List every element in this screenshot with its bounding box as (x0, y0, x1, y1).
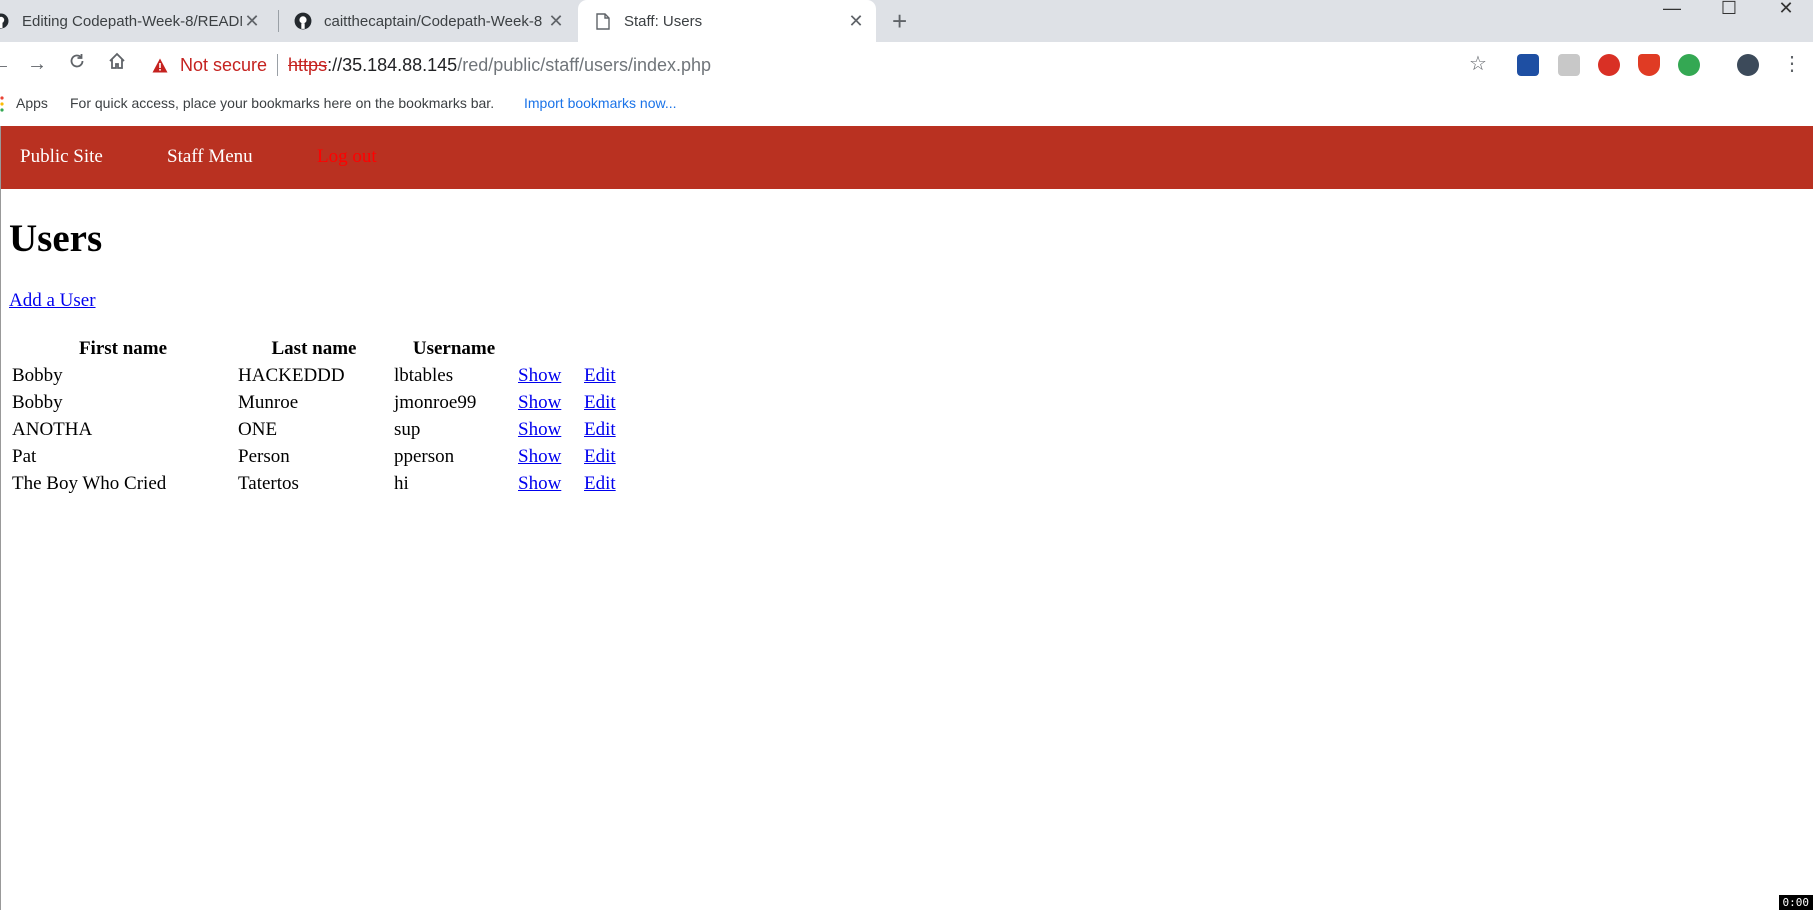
edit-link[interactable]: Edit (584, 365, 616, 386)
github-icon (294, 12, 312, 30)
back-button[interactable]: ← (0, 52, 14, 76)
forward-button[interactable]: → (24, 52, 50, 76)
site-nav: Public Site Staff Menu Log out (0, 126, 1813, 189)
nav-staff-menu[interactable]: Staff Menu (167, 146, 253, 168)
header-first-name: First name (78, 337, 168, 359)
table-row: Bobby HACKEDDD lbtables Show Edit (10, 362, 636, 389)
apps-shortcut[interactable]: Apps (16, 95, 48, 111)
menu-icon[interactable]: ⋮ (1779, 52, 1805, 76)
window-close-button[interactable]: ✕ (1774, 0, 1798, 18)
new-tab-button[interactable]: + (892, 6, 907, 36)
tab-title: Staff: Users (624, 12, 703, 30)
header-last-name: Last name (271, 337, 357, 359)
bookmark-star-icon[interactable]: ☆ (1465, 52, 1491, 76)
header-empty (516, 335, 582, 362)
cell-last-name: ONE (238, 418, 278, 440)
page-title: Users (9, 217, 103, 260)
extension-icon[interactable] (1517, 54, 1539, 76)
edit-link[interactable]: Edit (584, 419, 616, 440)
tab-title: Editing Codepath-Week-8/READM (22, 12, 242, 30)
cell-last-name: Munroe (238, 391, 299, 413)
reload-icon[interactable] (64, 52, 90, 76)
tab-repo[interactable]: caitthecaptain/Codepath-Week-8 ✕ (290, 0, 576, 42)
cell-first-name: Bobby (12, 391, 63, 413)
browser-chrome: Editing Codepath-Week-8/READM ✕ caitthec… (0, 0, 1813, 126)
divider (277, 54, 279, 76)
table-header-row: First name Last name Username (10, 335, 636, 362)
maximize-button[interactable]: ☐ (1717, 0, 1741, 18)
window-border (0, 126, 1, 910)
import-bookmarks-link[interactable]: Import bookmarks now... (524, 95, 677, 111)
bookmarks-bar: Apps For quick access, place your bookma… (0, 90, 1813, 118)
header-username: Username (412, 337, 496, 359)
tab-staff-users[interactable]: Staff: Users ✕ (578, 0, 876, 42)
address-bar[interactable]: Not secure https://35.184.88.145/red/pub… (150, 50, 711, 80)
users-table: First name Last name Username Bobby HACK… (10, 335, 636, 497)
edit-link[interactable]: Edit (584, 446, 616, 467)
cell-last-name: Tatertos (238, 472, 299, 494)
home-icon[interactable] (104, 52, 130, 76)
adblock-icon[interactable] (1598, 54, 1620, 76)
nav-logout[interactable]: Log out (317, 146, 377, 168)
cell-username: sup (394, 418, 421, 440)
bookmarks-hint: For quick access, place your bookmarks h… (70, 95, 495, 111)
cell-first-name: Pat (12, 445, 37, 467)
globe-icon[interactable] (1678, 54, 1700, 76)
extension-icon[interactable] (1558, 54, 1580, 76)
cell-first-name: Bobby (12, 364, 63, 386)
tab-editing-readme[interactable]: Editing Codepath-Week-8/READM ✕ (0, 0, 272, 42)
cell-first-name: The Boy Who Cried (12, 472, 167, 494)
header-empty (582, 335, 636, 362)
cell-first-name: ANOTHA (12, 418, 93, 440)
edit-link[interactable]: Edit (584, 392, 616, 413)
show-link[interactable]: Show (518, 446, 561, 467)
show-link[interactable]: Show (518, 419, 561, 440)
page-content: Public Site Staff Menu Log out Users Add… (0, 126, 1813, 910)
apps-grid-icon (0, 96, 4, 115)
url-host: ://35.184.88.145 (327, 54, 458, 75)
cell-username: jmonroe99 (394, 391, 477, 413)
close-icon[interactable]: ✕ (846, 11, 866, 32)
tab-title: caitthecaptain/Codepath-Week-8 (324, 12, 543, 30)
github-icon (0, 12, 10, 30)
cell-last-name: Person (238, 445, 290, 467)
show-link[interactable]: Show (518, 473, 561, 494)
shield-icon[interactable] (1638, 54, 1660, 76)
page-icon (594, 12, 612, 30)
edit-link[interactable]: Edit (584, 473, 616, 494)
close-icon[interactable]: ✕ (546, 11, 566, 32)
nav-public-site[interactable]: Public Site (20, 146, 103, 168)
table-row: Pat Person pperson Show Edit (10, 443, 636, 470)
cell-username: pperson (394, 445, 455, 467)
add-user-link[interactable]: Add a User (9, 290, 96, 312)
table-row: Bobby Munroe jmonroe99 Show Edit (10, 389, 636, 416)
close-icon[interactable]: ✕ (242, 11, 262, 32)
cell-last-name: HACKEDDD (238, 364, 345, 386)
recording-timer: 0:00 (1778, 895, 1813, 910)
table-row: The Boy Who Cried Tatertos hi Show Edit (10, 470, 636, 497)
table-row: ANOTHA ONE sup Show Edit (10, 416, 636, 443)
tab-strip: Editing Codepath-Week-8/READM ✕ caitthec… (0, 0, 1813, 42)
cell-username: hi (394, 472, 409, 494)
url-path: /red/public/staff/users/index.php (457, 54, 712, 75)
minimize-button[interactable]: — (1660, 0, 1684, 18)
show-link[interactable]: Show (518, 365, 561, 386)
not-secure-label[interactable]: Not secure (180, 55, 267, 76)
warning-icon (150, 55, 170, 75)
url-scheme: https (288, 54, 328, 75)
avatar[interactable] (1737, 54, 1759, 76)
show-link[interactable]: Show (518, 392, 561, 413)
cell-username: lbtables (394, 364, 454, 386)
browser-toolbar: ← → Not secure https://35.184.88.145/red… (0, 42, 1813, 88)
tab-separator (278, 10, 279, 32)
